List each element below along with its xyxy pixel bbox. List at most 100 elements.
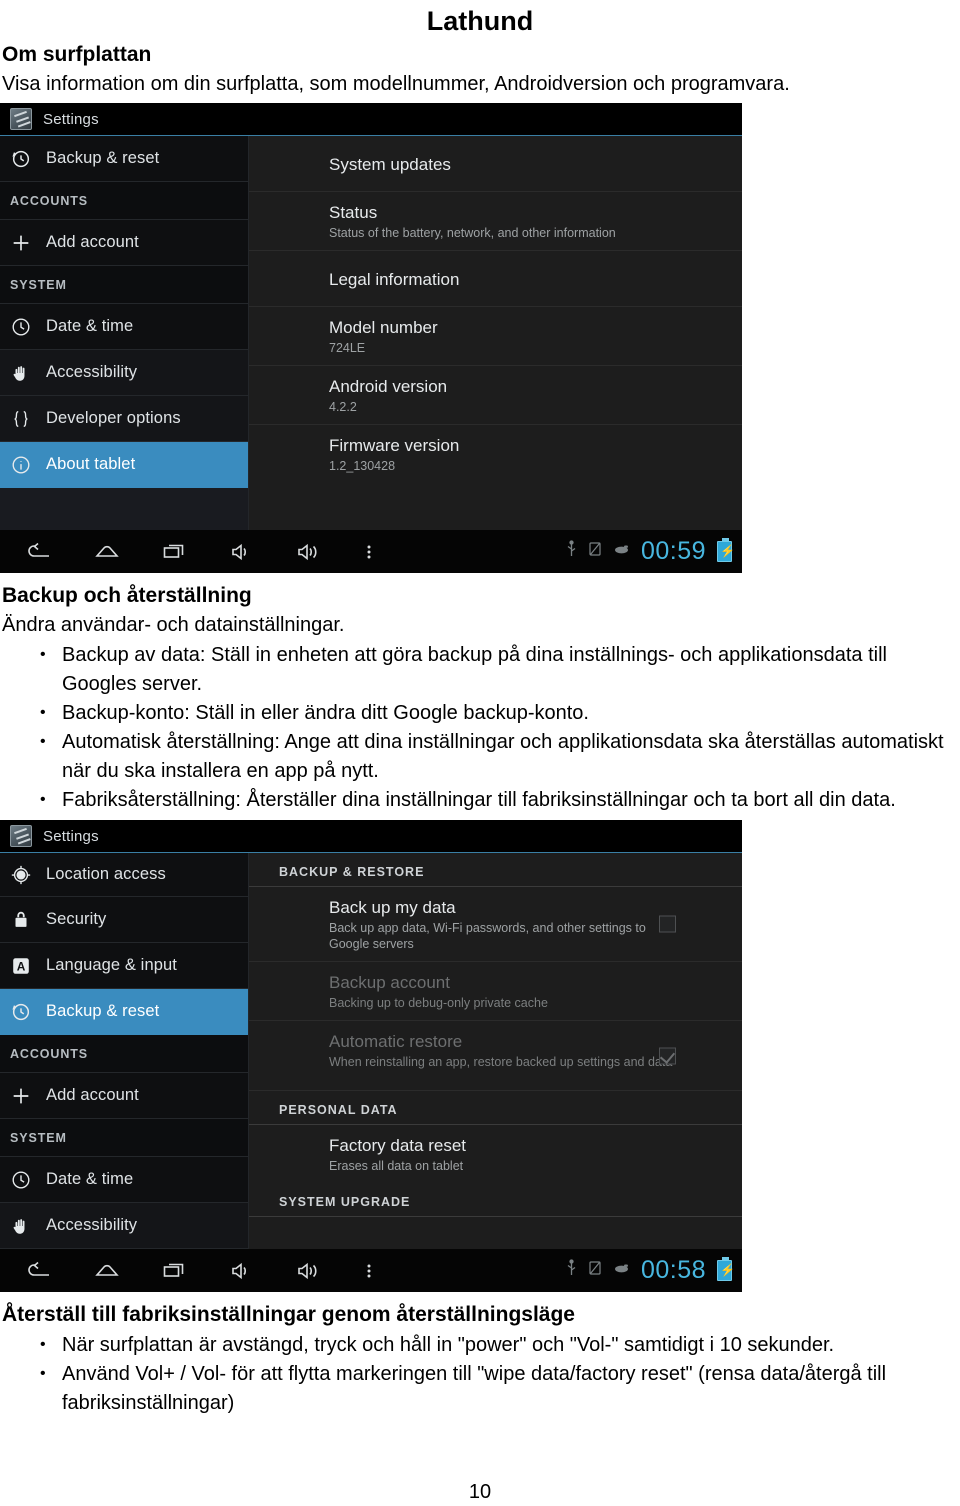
overflow-menu-icon[interactable]: [366, 542, 372, 562]
volume-up-icon[interactable]: [296, 1261, 324, 1281]
sidebar-header-label: SYSTEM: [10, 1130, 67, 1145]
sidebar-item-backup-reset[interactable]: Backup & reset: [0, 989, 248, 1035]
row-subtitle: 724LE: [329, 341, 366, 355]
action-bar-title: Settings: [43, 110, 99, 128]
backup-reset-icon: [10, 1001, 32, 1023]
row-title: Firmware version: [329, 436, 460, 455]
sidebar-item-location-access[interactable]: Location access: [0, 853, 248, 897]
volume-down-icon[interactable]: [230, 542, 254, 562]
sidebar-header-accounts: ACCOUNTS: [0, 182, 248, 220]
plus-icon: [10, 232, 32, 254]
sidebar-item-language-input[interactable]: A Language & input: [0, 943, 248, 989]
sidebar-item-label: Accessibility: [46, 1216, 138, 1234]
lock-icon: [10, 909, 32, 931]
screenshot-backup-reset: Settings Location access Security A Lang…: [0, 820, 742, 1292]
backup-reset-panel: BACKUP & RESTORE Back up my data Back up…: [249, 853, 742, 1249]
settings-icon: [10, 825, 32, 847]
recents-icon[interactable]: [162, 542, 188, 562]
heading-om-surfplattan: Om surfplattan: [2, 43, 152, 66]
settings-body: Location access Security A Language & in…: [0, 853, 742, 1249]
sidebar-header-system: SYSTEM: [0, 266, 248, 304]
volume-up-icon[interactable]: [296, 542, 324, 562]
settings-body: Backup & reset ACCOUNTS Add account SYST…: [0, 136, 742, 530]
clock-icon: [10, 316, 32, 338]
content-row-factory-data-reset[interactable]: Factory data reset Erases all data on ta…: [249, 1125, 742, 1183]
row-title: Automatic restore: [329, 1032, 463, 1051]
bullet-list-backup: Backup av data: Ställ in enheten att gör…: [0, 640, 960, 815]
content-row-status[interactable]: Status Status of the battery, network, a…: [249, 192, 742, 251]
row-title: Android version: [329, 377, 448, 396]
back-up-my-data-checkbox[interactable]: [659, 915, 676, 933]
content-row-model-number[interactable]: Model number 724LE: [249, 307, 742, 366]
volume-down-icon[interactable]: [230, 1261, 254, 1281]
android-action-bar: Settings: [0, 103, 742, 136]
list-item: Backup-konto: Ställ in eller ändra ditt …: [36, 698, 960, 728]
settings-icon: [10, 108, 32, 130]
svg-text:A: A: [17, 959, 26, 973]
content-row-back-up-my-data[interactable]: Back up my data Back up app data, Wi-Fi …: [249, 887, 742, 962]
section-header-system-upgrade: SYSTEM UPGRADE: [249, 1183, 742, 1217]
recents-icon[interactable]: [162, 1261, 188, 1281]
back-icon[interactable]: [26, 542, 52, 562]
battery-charging-icon: [717, 538, 735, 562]
android-action-bar: Settings: [0, 820, 742, 853]
screenshot-about-tablet: Settings Backup & reset ACCOUNTS Add acc…: [0, 103, 742, 573]
overflow-menu-icon[interactable]: [366, 1261, 372, 1281]
row-title: Back up my data: [329, 898, 456, 917]
row-title: Legal information: [329, 270, 460, 289]
content-row-android-version[interactable]: Android version 4.2.2: [249, 366, 742, 425]
heading-aterstall-fabriksinstallningar: Återställ till fabriksinställningar geno…: [2, 1303, 575, 1326]
sidebar-item-accessibility[interactable]: Accessibility: [0, 1203, 248, 1249]
settings-sidebar: Location access Security A Language & in…: [0, 853, 249, 1249]
android-navigation-bar: 00:59: [0, 530, 742, 573]
home-icon[interactable]: [94, 1261, 120, 1281]
sidebar-item-security[interactable]: Security: [0, 897, 248, 943]
section-label: BACKUP & RESTORE: [279, 865, 425, 879]
row-subtitle: Erases all data on tablet: [329, 1159, 464, 1173]
home-icon[interactable]: [94, 542, 120, 562]
sidebar-item-add-account[interactable]: Add account: [0, 220, 248, 266]
sidebar-item-date-time[interactable]: Date & time: [0, 304, 248, 350]
braces-icon: [10, 408, 32, 430]
row-subtitle: 4.2.2: [329, 400, 357, 414]
sidebar-item-label: Accessibility: [46, 363, 138, 381]
content-row-firmware-version[interactable]: Firmware version 1.2_130428: [249, 425, 742, 483]
sidebar-header-label: ACCOUNTS: [10, 1046, 89, 1061]
row-subtitle: Backing up to debug-only private cache: [329, 996, 548, 1010]
hand-icon: [10, 1215, 32, 1237]
sidebar-item-developer-options[interactable]: Developer options: [0, 396, 248, 442]
page-number: 10: [468, 1481, 492, 1503]
back-icon[interactable]: [26, 1261, 52, 1281]
sidebar-item-about-tablet[interactable]: About tablet: [0, 442, 248, 488]
row-title: Model number: [329, 318, 438, 337]
sd-card-icon: [588, 540, 602, 563]
sidebar-filler: [0, 488, 248, 530]
sidebar-item-add-account[interactable]: Add account: [0, 1073, 248, 1119]
mouse-icon: [613, 1259, 630, 1282]
sidebar-header-accounts: ACCOUNTS: [0, 1035, 248, 1073]
row-subtitle: Status of the battery, network, and othe…: [329, 226, 616, 240]
sidebar-item-label: Location access: [46, 865, 166, 883]
content-row-backup-account[interactable]: Backup account Backing up to debug-only …: [249, 962, 742, 1021]
row-subtitle: Back up app data, Wi-Fi passwords, and o…: [329, 921, 646, 951]
section-header-personal-data: PERSONAL DATA: [249, 1091, 742, 1125]
content-row-legal-information[interactable]: Legal information: [249, 251, 742, 307]
section-header-backup-restore: BACKUP & RESTORE: [249, 853, 742, 887]
section-label: SYSTEM UPGRADE: [279, 1195, 411, 1209]
usb-icon: [566, 540, 577, 563]
content-row-system-updates[interactable]: System updates: [249, 136, 742, 192]
sidebar-item-accessibility[interactable]: Accessibility: [0, 350, 248, 396]
mouse-icon: [613, 540, 630, 563]
sidebar-item-date-time[interactable]: Date & time: [0, 1157, 248, 1203]
sidebar-item-label: About tablet: [46, 455, 136, 473]
automatic-restore-checkbox[interactable]: [659, 1047, 676, 1064]
settings-sidebar: Backup & reset ACCOUNTS Add account SYST…: [0, 136, 249, 530]
sidebar-item-backup-reset[interactable]: Backup & reset: [0, 136, 248, 182]
content-row-automatic-restore[interactable]: Automatic restore When reinstalling an a…: [249, 1021, 742, 1091]
sd-card-icon: [588, 1259, 602, 1282]
page-title: Lathund: [426, 6, 534, 36]
sidebar-header-system: SYSTEM: [0, 1119, 248, 1157]
list-item: När surfplattan är avstängd, tryck och h…: [36, 1330, 960, 1360]
page: Lathund Om surfplattan Visa information …: [0, 0, 960, 1506]
sidebar-header-label: SYSTEM: [10, 277, 67, 292]
